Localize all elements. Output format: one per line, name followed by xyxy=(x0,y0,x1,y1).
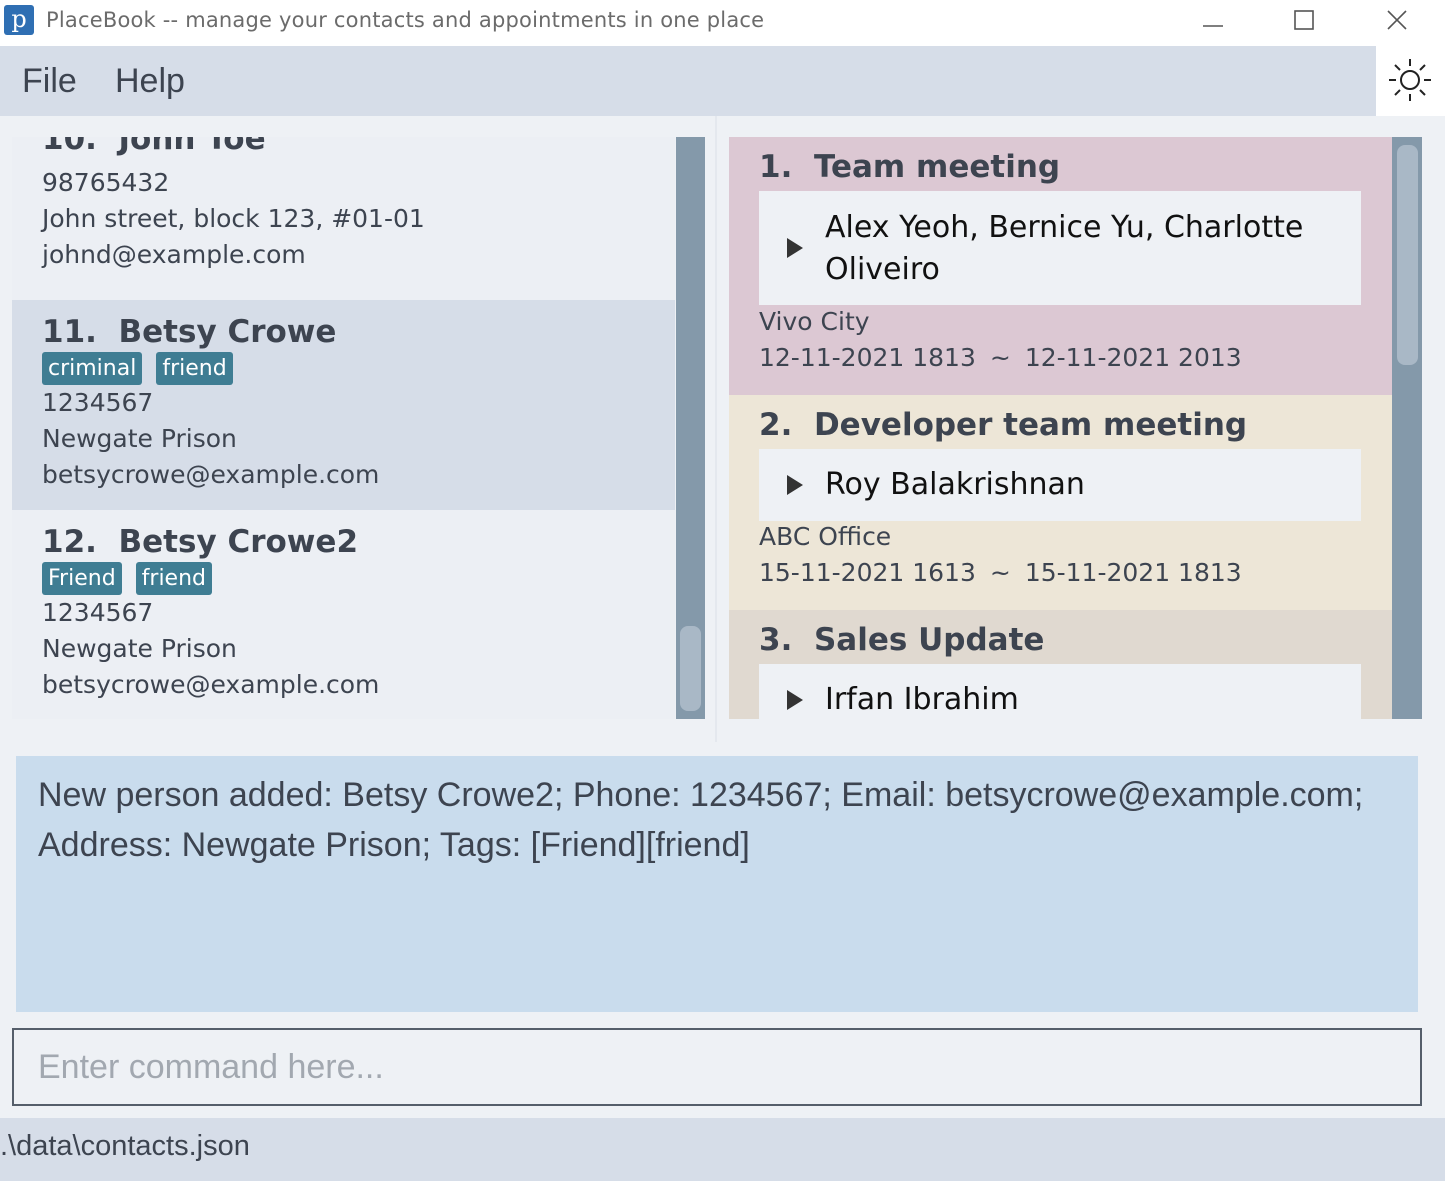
close-button[interactable] xyxy=(1352,0,1442,40)
appointment-time: 15-11-2021 1613 ~15-11-2021 1813 xyxy=(759,558,1242,587)
appointment-end: 12-11-2021 2013 xyxy=(1024,343,1242,372)
menu-help[interactable]: Help xyxy=(115,62,185,101)
person-address: John street, block 123, #01-01 xyxy=(42,204,425,233)
appointment-title-text: Sales Update xyxy=(813,622,1045,658)
appointment-index: 1. xyxy=(759,149,793,185)
maximize-button[interactable] xyxy=(1259,0,1349,40)
appointment-title: 2. Developer team meeting xyxy=(759,407,1247,443)
appointment-card[interactable]: 2. Developer team meeting Roy Balakrishn… xyxy=(729,395,1392,610)
person-phone: 98765432 xyxy=(42,168,170,197)
appointment-title-text: Team meeting xyxy=(813,149,1061,185)
tag-label: criminal xyxy=(42,352,143,385)
appointment-clients: Alex Yeoh, Bernice Yu, Charlotte Oliveir… xyxy=(825,210,1304,287)
panel-divider[interactable] xyxy=(715,116,717,742)
person-name-text: Betsy Crowe2 xyxy=(118,524,359,560)
command-input[interactable] xyxy=(12,1028,1422,1106)
person-phone: 1234567 xyxy=(42,598,154,627)
appointment-location: Vivo City xyxy=(759,307,870,336)
person-phone: 1234567 xyxy=(42,388,154,417)
person-name: 11. Betsy Crowe xyxy=(42,314,675,350)
appointment-end: 15-11-2021 1813 xyxy=(1024,558,1242,587)
person-card[interactable]: 10. John Toe 98765432 John street, block… xyxy=(12,137,675,300)
appointment-title-text: Developer team meeting xyxy=(813,407,1248,443)
appointment-start: 15-11-2021 1613 xyxy=(759,558,976,587)
person-name: 10. John Toe xyxy=(42,137,675,157)
person-email: betsycrowe@example.com xyxy=(42,670,380,699)
person-email: betsycrowe@example.com xyxy=(42,460,380,489)
triangle-right-icon[interactable] xyxy=(787,690,803,710)
person-card[interactable]: 12. Betsy Crowe2 Friend friend 1234567 N… xyxy=(12,510,675,719)
person-name-text: Betsy Crowe xyxy=(118,314,337,350)
window-title: PlaceBook -- manage your contacts and ap… xyxy=(46,8,765,32)
person-index: 11. xyxy=(42,314,97,350)
title-bar: p PlaceBook -- manage your contacts and … xyxy=(0,0,1445,46)
tag-label: Friend xyxy=(42,562,122,595)
person-tags: criminal friend xyxy=(42,352,675,385)
minimize-button[interactable] xyxy=(1168,0,1258,40)
triangle-right-icon[interactable] xyxy=(787,238,803,258)
appointment-start: 12-11-2021 1813 xyxy=(759,343,976,372)
appointment-clients: Irfan Ibrahim xyxy=(825,682,1019,717)
appointment-card[interactable]: 3. Sales Update Irfan Ibrahim xyxy=(729,610,1392,719)
person-index: 10. xyxy=(42,137,97,157)
tag-label: friend xyxy=(156,352,233,385)
tag-label: friend xyxy=(135,562,213,595)
appointment-clients: Roy Balakrishnan xyxy=(825,467,1085,502)
maximize-icon xyxy=(1294,10,1314,30)
person-address: Newgate Prison xyxy=(42,424,237,453)
appointment-index: 3. xyxy=(759,622,793,658)
person-address: Newgate Prison xyxy=(42,634,237,663)
triangle-right-icon[interactable] xyxy=(787,475,803,495)
appointment-index: 2. xyxy=(759,407,793,443)
app-logo-icon: p xyxy=(4,5,34,35)
appointment-time: 12-11-2021 1813 ~12-11-2021 2013 xyxy=(759,343,1242,372)
clients-dropdown[interactable]: Irfan Ibrahim xyxy=(759,664,1361,719)
person-card[interactable]: 11. Betsy Crowe criminal friend 1234567 … xyxy=(12,300,675,510)
status-save-path: .\data\contacts.json xyxy=(0,1130,250,1162)
menu-bar: File Help xyxy=(0,46,1376,116)
person-name: 12. Betsy Crowe2 xyxy=(42,524,675,560)
result-display: New person added: Betsy Crowe2; Phone: 1… xyxy=(16,756,1418,1012)
person-email: johnd@example.com xyxy=(42,240,306,269)
clients-dropdown[interactable]: Alex Yeoh, Bernice Yu, Charlotte Oliveir… xyxy=(759,191,1361,305)
person-list-scroll-thumb[interactable] xyxy=(680,626,701,711)
person-name-text: John Toe xyxy=(118,137,266,157)
time-separator: ~ xyxy=(989,558,1011,587)
appointment-card[interactable]: 1. Team meeting Alex Yeoh, Bernice Yu, C… xyxy=(729,137,1392,395)
time-separator: ~ xyxy=(989,343,1011,372)
status-bar: .\data\contacts.json xyxy=(0,1118,1445,1181)
menu-file[interactable]: File xyxy=(22,62,77,101)
theme-toggle-button[interactable] xyxy=(1380,50,1440,110)
person-index: 12. xyxy=(42,524,97,560)
person-tags: Friend friend xyxy=(42,562,675,595)
sun-icon xyxy=(1389,59,1431,101)
appointment-title: 1. Team meeting xyxy=(759,149,1060,185)
appointment-list[interactable]: 1. Team meeting Alex Yeoh, Bernice Yu, C… xyxy=(729,137,1392,719)
appointment-title: 3. Sales Update xyxy=(759,622,1044,658)
appointment-location: ABC Office xyxy=(759,522,892,551)
close-icon xyxy=(1387,10,1407,30)
minimize-icon xyxy=(1203,25,1223,27)
clients-dropdown[interactable]: Roy Balakrishnan xyxy=(759,449,1361,521)
appointment-list-scroll-thumb[interactable] xyxy=(1397,145,1418,365)
person-list[interactable]: 10. John Toe 98765432 John street, block… xyxy=(12,137,675,719)
